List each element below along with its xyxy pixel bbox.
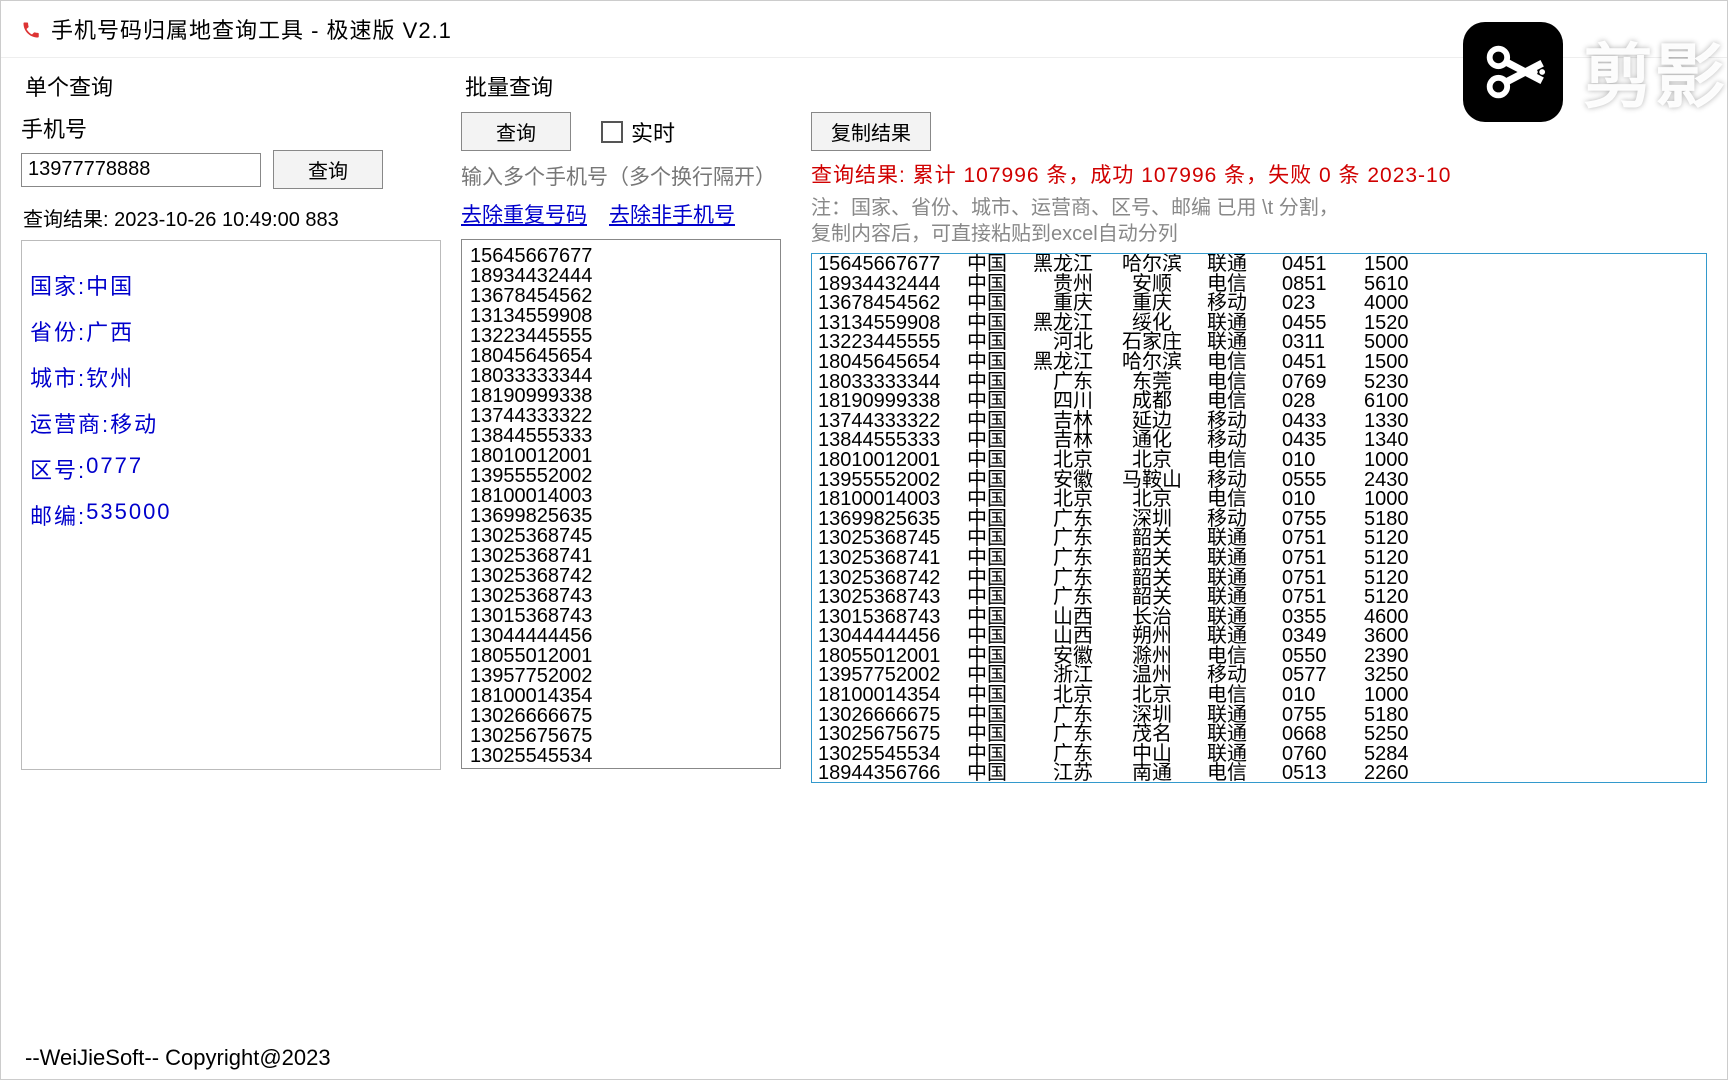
table-row: 18190999338中国四川成都电信0286100	[812, 391, 1706, 411]
batch-input-column: 查询 实时 输入多个手机号（多个换行隔开） 去除重复号码 去除非手机号 1564…	[461, 112, 781, 783]
watermark-text: 剪影	[1583, 21, 1727, 122]
input-number-line: 13025368745	[470, 526, 772, 546]
copy-results-button[interactable]: 复制结果	[811, 112, 931, 151]
table-row: 13015368743中国山西长治联通03554600	[812, 607, 1706, 627]
input-number-line: 18190999338	[470, 386, 772, 406]
input-hint: 输入多个手机号（多个换行隔开）	[461, 161, 781, 191]
table-row: 18934432444中国贵州安顺电信08515610	[812, 274, 1706, 294]
input-number-line: 18033333344	[470, 366, 772, 386]
input-number-line: 18045645654	[470, 346, 772, 366]
input-number-line: 13025368741	[470, 546, 772, 566]
table-row: 15645667677中国黑龙江哈尔滨联通04511500	[812, 254, 1706, 274]
batch-results-table[interactable]: 15645667677中国黑龙江哈尔滨联通0451150018934432444…	[811, 253, 1707, 783]
single-result-timestamp: 查询结果: 2023-10-26 10:49:00 883	[23, 203, 441, 232]
table-row: 13955552002中国安徽马鞍山移动05552430	[812, 470, 1706, 490]
batch-stats: 查询结果: 累计 107996 条，成功 107996 条，失败 0 条 202…	[811, 159, 1707, 189]
input-number-line: 13025675675	[470, 726, 772, 746]
table-row: 18033333344中国广东东莞电信07695230	[812, 372, 1706, 392]
single-header: 单个查询	[21, 64, 441, 112]
input-number-line: 13025545534	[470, 746, 772, 766]
footer-copyright: --WeiJieSoft-- Copyright@2023	[25, 1045, 331, 1071]
table-row: 13025675675中国广东茂名联通06685250	[812, 724, 1706, 744]
input-number-line: 13955552002	[470, 466, 772, 486]
input-number-line: 13044444456	[470, 626, 772, 646]
input-number-line: 13025368742	[470, 566, 772, 586]
single-result-line: 运营商: 移动	[30, 407, 432, 439]
batch-output-column: 复制结果 查询结果: 累计 107996 条，成功 107996 条，失败 0 …	[811, 112, 1707, 783]
table-row: 13744333322中国吉林延边移动04331330	[812, 411, 1706, 431]
realtime-checkbox[interactable]	[601, 121, 623, 143]
watermark: 剪影	[1463, 21, 1727, 122]
input-number-line: 18055012001	[470, 646, 772, 666]
single-query-panel: 单个查询 手机号 查询 查询结果: 2023-10-26 10:49:00 88…	[21, 64, 441, 818]
table-row: 18010012001中国北京北京电信0101000	[812, 450, 1706, 470]
input-number-line: 13678454562	[470, 286, 772, 306]
input-number-line: 18944356766	[470, 766, 772, 769]
input-number-line: 13957752002	[470, 666, 772, 686]
input-number-line: 13699825635	[470, 506, 772, 526]
input-number-line: 13223445555	[470, 326, 772, 346]
input-number-line: 13744333322	[470, 406, 772, 426]
phone-input[interactable]	[21, 153, 261, 187]
input-number-line: 15645667677	[470, 246, 772, 266]
table-row: 13678454562中国重庆重庆移动0234000	[812, 293, 1706, 313]
table-row: 18055012001中国安徽滁州电信05502390	[812, 646, 1706, 666]
input-number-line: 13015368743	[470, 606, 772, 626]
table-row: 18944356766中国江苏南通电信05132260	[812, 763, 1706, 783]
input-number-line: 13025368743	[470, 586, 772, 606]
table-row: 13025368745中国广东韶关联通07515120	[812, 528, 1706, 548]
table-row: 13223445555中国河北石家庄联通03115000	[812, 332, 1706, 352]
input-number-line: 13134559908	[470, 306, 772, 326]
batch-note: 注：国家、省份、城市、运营商、区号、邮编 已用 \t 分割， 复制内容后，可直接…	[811, 195, 1707, 247]
realtime-label: 实时	[631, 116, 675, 148]
input-number-line: 13026666675	[470, 706, 772, 726]
input-number-line: 18100014354	[470, 686, 772, 706]
remove-nonphone-link[interactable]: 去除非手机号	[609, 199, 735, 229]
input-number-line: 18934432444	[470, 266, 772, 286]
table-row: 13025368741中国广东韶关联通07515120	[812, 548, 1706, 568]
batch-query-panel: 批量查询 查询 实时 输入多个手机号（多个换行隔开） 去除重复号码 去除非手机号	[461, 64, 1707, 818]
single-result-line: 邮编: 535000	[30, 499, 432, 531]
table-row: 18100014003中国北京北京电信0101000	[812, 489, 1706, 509]
phone-icon	[21, 19, 41, 39]
single-query-button[interactable]: 查询	[273, 150, 383, 189]
table-row: 13025368743中国广东韶关联通07515120	[812, 587, 1706, 607]
batch-query-button[interactable]: 查询	[461, 112, 571, 151]
table-row: 13044444456中国山西朔州联通03493600	[812, 626, 1706, 646]
batch-input-textarea[interactable]: 1564566767718934432444136784545621313455…	[461, 239, 781, 769]
single-result-line: 城市: 钦州	[30, 361, 432, 393]
phone-label: 手机号	[21, 112, 441, 144]
input-number-line: 13844555333	[470, 426, 772, 446]
table-row: 13025368742中国广东韶关联通07515120	[812, 568, 1706, 588]
table-row: 13134559908中国黑龙江绥化联通04551520	[812, 313, 1706, 333]
realtime-checkbox-wrap[interactable]: 实时	[601, 116, 675, 148]
input-number-line: 18100014003	[470, 486, 772, 506]
scissors-icon	[1463, 22, 1563, 122]
table-row: 13025545534中国广东中山联通07605284	[812, 744, 1706, 764]
single-group: 手机号 查询 查询结果: 2023-10-26 10:49:00 883 国家:…	[21, 112, 441, 770]
table-row: 13026666675中国广东深圳联通07555180	[812, 705, 1706, 725]
single-result-line: 区号: 0777	[30, 453, 432, 485]
single-result-line: 国家: 中国	[30, 269, 432, 301]
table-row: 13699825635中国广东深圳移动07555180	[812, 509, 1706, 529]
table-row: 13957752002中国浙江温州移动05773250	[812, 665, 1706, 685]
single-result-box: 国家: 中国省份: 广西城市: 钦州运营商: 移动区号: 0777 邮编: 535…	[21, 240, 441, 770]
input-number-line: 18010012001	[470, 446, 772, 466]
table-row: 18100014354中国北京北京电信0101000	[812, 685, 1706, 705]
dedupe-link[interactable]: 去除重复号码	[461, 199, 587, 229]
table-row: 13844555333中国吉林通化移动04351340	[812, 430, 1706, 450]
table-row: 18045645654中国黑龙江哈尔滨电信04511500	[812, 352, 1706, 372]
single-result-line: 省份: 广西	[30, 315, 432, 347]
window-title: 手机号码归属地查询工具 - 极速版 V2.1	[51, 13, 452, 45]
